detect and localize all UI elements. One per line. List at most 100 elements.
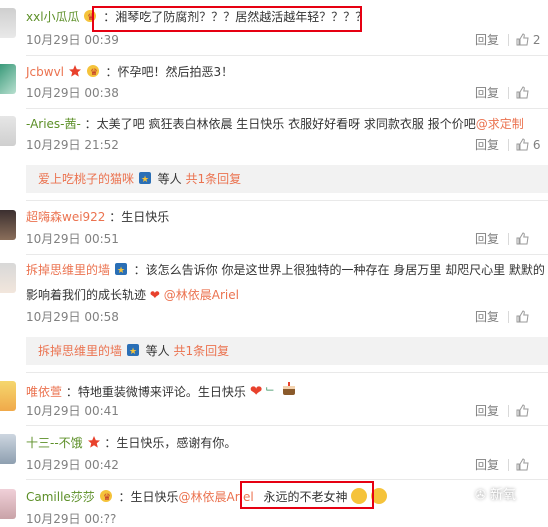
leaf-icon: ﹂ [266, 388, 277, 399]
comment-time: 10月29日 00:58 [26, 310, 119, 324]
star-icon [68, 64, 82, 83]
comment-text: ：生日快乐 [118, 490, 179, 504]
sub-reply-count[interactable]: 共1条回复 [174, 344, 230, 358]
reply-button[interactable]: 回复 [475, 137, 499, 153]
vip-badge-icon: ♛ [99, 489, 115, 508]
avatar[interactable] [0, 8, 16, 38]
comment-text: ：怀孕吧！然后拍恶3！ [105, 65, 234, 79]
watermark: ✇ 新氧 [475, 484, 516, 503]
like-button[interactable]: 2 [516, 32, 540, 48]
svg-text:♛: ♛ [90, 68, 98, 78]
vip-badge-icon: ★ [114, 262, 130, 281]
svg-text:★: ★ [141, 175, 149, 185]
divider [508, 311, 509, 323]
divider [508, 139, 509, 151]
comment-text: ：生日快乐，感谢有你。 [104, 436, 237, 450]
thumb-up-icon [516, 232, 529, 246]
thumb-up-icon [516, 310, 529, 324]
sub-reply-user[interactable]: 爱上吃桃子的猫咪 [26, 172, 134, 186]
sub-reply-suffix: 等人 [157, 172, 182, 186]
sub-reply-count[interactable]: 共1条回复 [186, 172, 242, 186]
like-button[interactable] [516, 231, 529, 247]
username[interactable]: -Aries-茜- [26, 117, 81, 131]
like-button[interactable]: 6 [516, 137, 540, 153]
like-button[interactable] [516, 457, 529, 473]
comment-time: 10月29日 00:51 [26, 232, 119, 246]
sub-reply-summary[interactable]: 拆掉思维里的墙 ★ 等人 共1条回复 [26, 337, 548, 365]
thumb-up-icon [516, 86, 529, 100]
svg-text:★: ★ [117, 266, 125, 276]
divider [26, 200, 548, 201]
comment-text-continued: 影响着我们的成长轨迹 [26, 288, 147, 302]
svg-text:♛: ♛ [103, 493, 111, 503]
divider [508, 405, 509, 417]
mention-link[interactable]: @林依晨Ariel [164, 288, 239, 302]
vip-badge-icon: ★ [138, 167, 154, 195]
sub-reply-user[interactable]: 拆掉思维里的墙 [26, 344, 122, 358]
reply-button[interactable]: 回复 [475, 85, 499, 101]
watermark-text: 新氧 [490, 488, 517, 503]
reply-button[interactable]: 回复 [475, 231, 499, 247]
username[interactable]: 唯依萱 [26, 385, 62, 399]
comment-time: 10月29日 00:?? [26, 512, 117, 526]
vip-badge-icon: ★ [126, 339, 142, 367]
like-button[interactable] [516, 403, 529, 419]
divider [26, 55, 548, 56]
avatar[interactable] [0, 210, 16, 240]
username[interactable]: Camille莎莎 [26, 490, 95, 504]
divider [26, 372, 548, 373]
reply-button[interactable]: 回复 [475, 32, 499, 48]
comment-time: 10月29日 00:39 [26, 33, 119, 47]
avatar[interactable] [0, 381, 16, 411]
avatar[interactable] [0, 64, 16, 94]
comment-text: ：太美了吧 疯狂表白林依晨 生日快乐 衣服好好看呀 求同款衣服 报个价吧 [84, 117, 476, 131]
avatar[interactable] [0, 263, 16, 293]
comment-time: 10月29日 21:52 [26, 138, 119, 152]
heart-icon: ❤ [249, 382, 263, 400]
reply-button[interactable]: 回复 [475, 403, 499, 419]
like-count: 2 [532, 33, 541, 47]
like-count: 6 [532, 138, 541, 152]
comment-time: 10月29日 00:38 [26, 86, 119, 100]
divider [508, 87, 509, 99]
avatar[interactable] [0, 434, 16, 464]
reply-button[interactable]: 回复 [475, 309, 499, 325]
comment-time: 10月29日 00:42 [26, 458, 119, 472]
wechat-icon: ✇ [475, 488, 486, 503]
avatar[interactable] [0, 489, 16, 519]
comment-text: ：特地重装微博来评论。生日快乐 [65, 385, 246, 399]
divider [26, 254, 548, 255]
comment-time: 10月29日 00:41 [26, 404, 119, 418]
comment-text: ：生日快乐 [109, 210, 170, 224]
username[interactable]: 十三--不饿 [26, 436, 83, 450]
svg-text:★: ★ [129, 347, 137, 357]
divider [508, 34, 509, 46]
username[interactable]: 拆掉思维里的墙 [26, 263, 110, 277]
divider [26, 479, 548, 480]
thumb-up-icon [516, 138, 529, 152]
highlight-box [240, 481, 374, 509]
like-button[interactable] [516, 85, 529, 101]
comment-text: ：该怎么告诉你 你是这世界上很独特的一种存在 身居万里 却咫尺心里 默默的 [133, 263, 545, 277]
divider [26, 108, 548, 109]
star-icon [87, 435, 101, 454]
cake-icon [280, 382, 298, 399]
username[interactable]: xxl小瓜瓜 [26, 10, 80, 24]
highlight-box [92, 6, 362, 32]
mention-link[interactable]: @求定制 [476, 117, 524, 131]
thumb-up-icon [516, 458, 529, 472]
reply-button[interactable]: 回复 [475, 457, 499, 473]
avatar[interactable] [0, 116, 16, 146]
sub-reply-summary[interactable]: 爱上吃桃子的猫咪 ★ 等人 共1条回复 [26, 165, 548, 193]
heart-icon: ❤ [149, 288, 160, 302]
thumb-up-icon [516, 33, 529, 47]
divider [26, 425, 548, 426]
divider [508, 459, 509, 471]
divider [508, 233, 509, 245]
sub-reply-suffix: 等人 [145, 344, 170, 358]
username[interactable]: Jcbwvl [26, 65, 64, 79]
like-button[interactable] [516, 309, 529, 325]
thumb-up-icon [516, 404, 529, 418]
username[interactable]: 超嗨森wei922 [26, 210, 105, 224]
vip-badge-icon: ♛ [86, 64, 102, 83]
